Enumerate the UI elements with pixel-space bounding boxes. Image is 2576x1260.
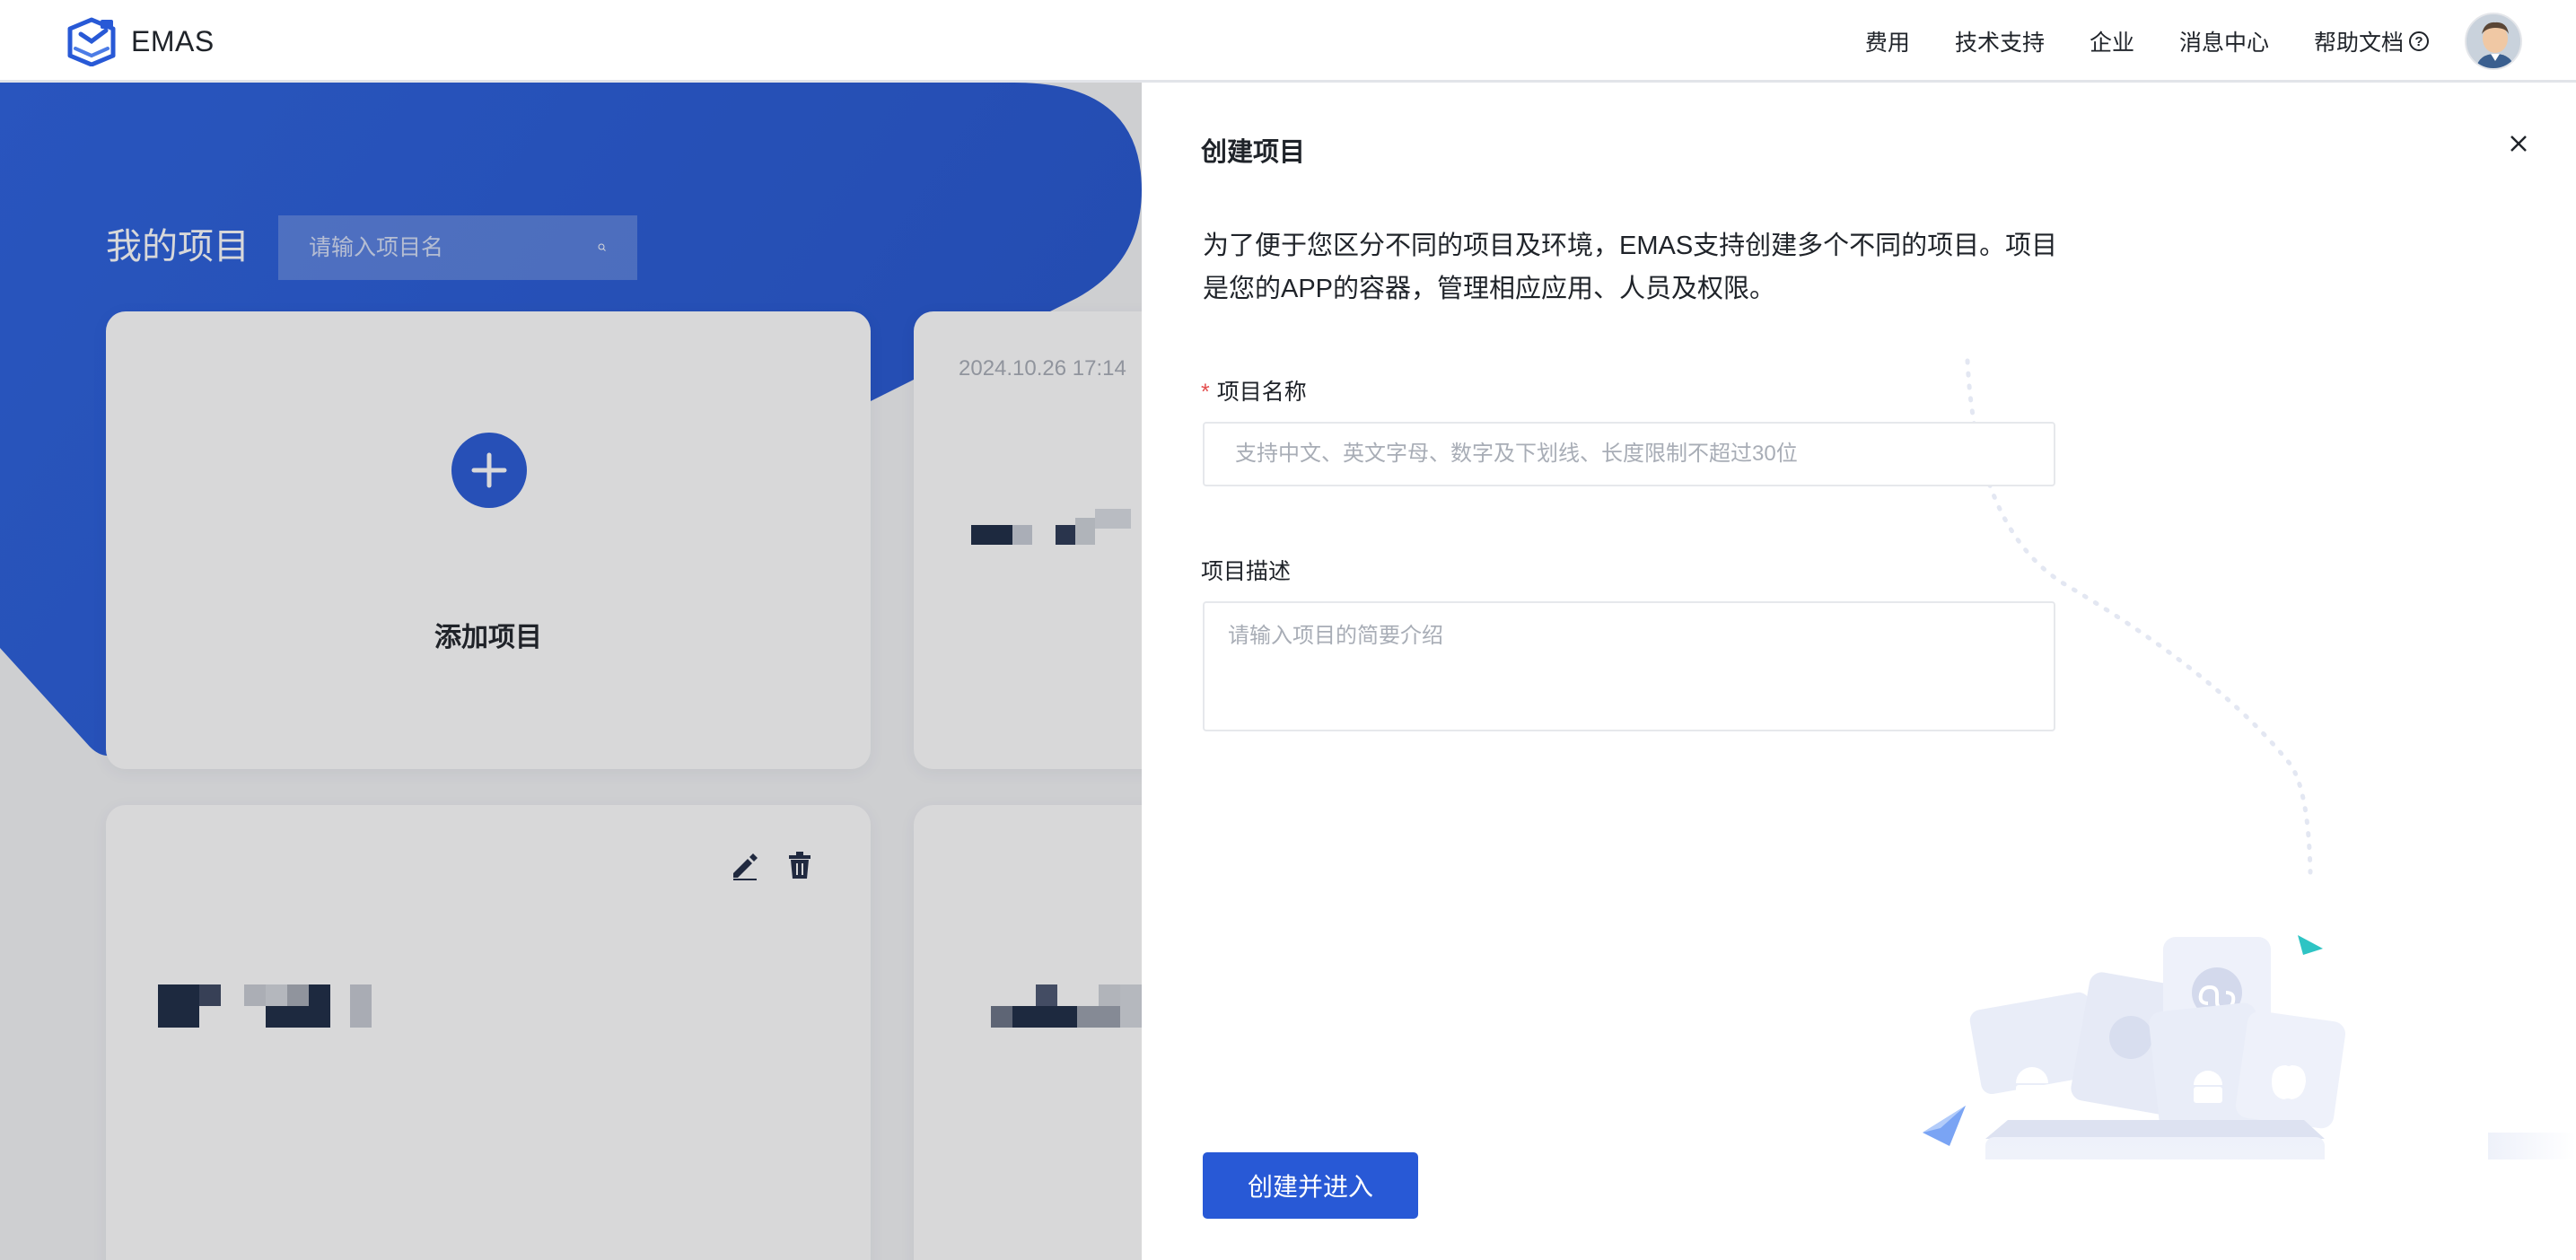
avatar[interactable] (2465, 13, 2522, 70)
projects-page: 我的项目 添加项目 2024.10.26 17:14 (0, 83, 1142, 1260)
drawer-description: 为了便于您区分不同的项目及环境，EMAS支持创建多个不同的项目。项目是您的APP… (1203, 232, 2058, 303)
top-nav-menu: 费用 技术支持 企业 消息中心 帮助文档 ? (1820, 0, 2522, 83)
nav-item-message-center[interactable]: 消息中心 (2179, 25, 2269, 57)
drawer-title: 创建项目 (1201, 138, 1306, 167)
delete-icon[interactable] (785, 850, 814, 880)
blurred-project-name (991, 984, 1142, 1029)
emas-logo-icon (67, 17, 116, 66)
close-icon[interactable] (2506, 131, 2531, 156)
brand-name: EMAS (131, 24, 215, 57)
nav-item-enterprise[interactable]: 企业 (2090, 25, 2134, 57)
create-and-enter-button[interactable]: 创建并进入 (1203, 1152, 1418, 1219)
create-project-drawer: 创建项目 为了便于您区分不同的项目及环境，EMAS支持创建多个不同的项目。项目是… (1142, 83, 2576, 1260)
project-description-label: 项目描述 (1201, 559, 1292, 584)
required-marker: * (1201, 380, 1210, 405)
search-icon[interactable] (598, 239, 607, 257)
blurred-project-name (971, 509, 1142, 545)
apple-icon (2272, 1065, 2306, 1099)
project-name-input[interactable] (1203, 422, 2055, 486)
plus-icon (471, 452, 507, 488)
nav-item-help-docs[interactable]: 帮助文档 ? (2314, 25, 2429, 57)
nav-item-tech-support[interactable]: 技术支持 (1955, 25, 2045, 57)
emas-logo[interactable]: EMAS (65, 16, 215, 66)
project-search-input[interactable] (309, 234, 598, 261)
add-project-label: 添加项目 (434, 623, 542, 652)
add-project-card[interactable]: 添加项目 (106, 311, 871, 769)
project-card[interactable] (914, 805, 1142, 1260)
project-created-date: 2024.10.26 17:14 (959, 356, 1126, 381)
nav-item-fees[interactable]: 费用 (1865, 25, 1910, 57)
blurred-project-name (158, 984, 373, 1029)
project-description-textarea[interactable] (1203, 601, 2055, 731)
project-card[interactable]: 2024.10.26 17:14 (914, 311, 1142, 769)
top-navigation-bar: EMAS 费用 技术支持 企业 消息中心 帮助文档 ? (0, 0, 2576, 83)
project-name-label-text: 项目名称 (1216, 380, 1307, 405)
user-avatar-icon (2466, 14, 2520, 68)
android-icon (2016, 1067, 2048, 1103)
help-circle-icon: ? (2409, 31, 2429, 51)
android-icon (2194, 1071, 2222, 1103)
add-project-button[interactable] (451, 433, 527, 508)
page-title: 我的项目 (106, 227, 250, 267)
project-card[interactable] (106, 805, 871, 1260)
project-name-label: * 项目名称 (1201, 374, 1307, 407)
project-search-box (278, 215, 637, 280)
edit-icon[interactable] (730, 850, 760, 880)
nav-item-help-docs-label: 帮助文档 (2313, 31, 2404, 56)
